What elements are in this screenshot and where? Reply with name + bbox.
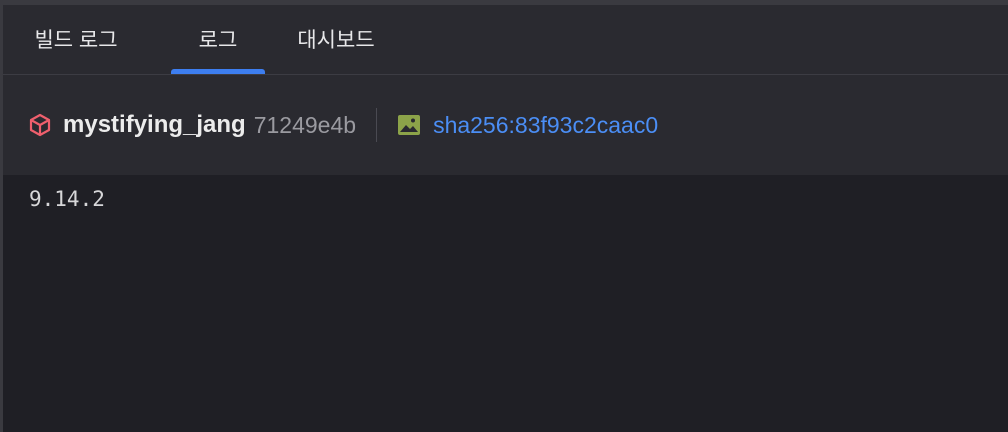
divider <box>376 108 378 142</box>
tab-build-log-label: 빌드 로그 <box>34 29 118 52</box>
log-line: 9.14.2 <box>29 187 105 211</box>
tab-dashboard[interactable]: 대시보드 <box>289 4 383 74</box>
tab-bar: 빌드 로그 로그 대시보드 <box>3 5 1008 75</box>
container-info: mystifying_jang 71249e4b <box>27 75 356 175</box>
tab-logs-label: 로그 <box>198 29 238 52</box>
image-icon <box>397 113 421 137</box>
log-output: 9.14.2 <box>3 175 1008 427</box>
container-name: mystifying_jang <box>63 111 246 138</box>
container-info-bar: mystifying_jang 71249e4b sha256:83f93c2c… <box>3 75 1008 175</box>
tab-dashboard-label: 대시보드 <box>297 29 375 52</box>
cube-icon <box>27 112 53 138</box>
container-id: 71249e4b <box>253 111 357 138</box>
image-sha-link[interactable]: sha256:83f93c2caac0 <box>433 112 658 139</box>
tab-logs[interactable]: 로그 <box>171 4 265 74</box>
app-window: 빌드 로그 로그 대시보드 mystifying_jang 71249e4b s… <box>0 0 1008 432</box>
tab-build-log[interactable]: 빌드 로그 <box>29 4 123 74</box>
